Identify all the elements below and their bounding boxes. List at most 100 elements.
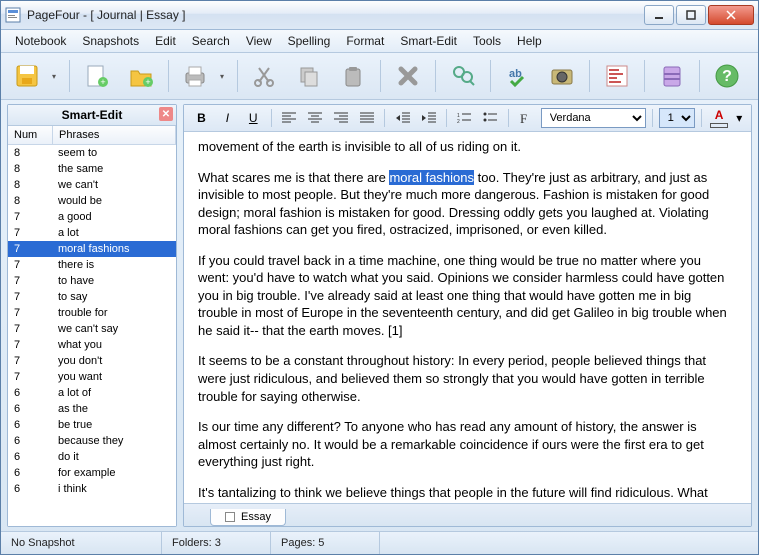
list-item[interactable]: 7what you — [8, 337, 176, 353]
close-button[interactable] — [708, 5, 754, 25]
menu-tools[interactable]: Tools — [465, 32, 509, 50]
list-item-num: 7 — [8, 321, 52, 337]
list-item[interactable]: 6as the — [8, 401, 176, 417]
spellcheck-button[interactable]: ab — [499, 57, 537, 95]
highlighted-phrase: moral fashions — [389, 170, 474, 185]
list-item[interactable]: 7trouble for — [8, 305, 176, 321]
menu-spelling[interactable]: Spelling — [280, 32, 339, 50]
help-button[interactable]: ? — [708, 57, 746, 95]
list-item[interactable]: 6for example — [8, 465, 176, 481]
new-page-button[interactable]: + — [78, 57, 116, 95]
list-item-phrase: you want — [52, 369, 176, 385]
list-item-phrase: we can't say — [52, 321, 176, 337]
align-justify-button[interactable] — [355, 107, 378, 129]
numbered-list-button[interactable]: 12 — [453, 107, 476, 129]
new-folder-button[interactable]: + — [122, 57, 160, 95]
underline-button[interactable]: U — [242, 107, 265, 129]
status-folders: Folders: 3 — [162, 532, 271, 554]
column-phrases[interactable]: Phrases — [53, 126, 176, 144]
menu-snapshots[interactable]: Snapshots — [74, 32, 147, 50]
list-item-phrase: would be — [52, 193, 176, 209]
list-item[interactable]: 6i think — [8, 481, 176, 497]
list-item[interactable]: 7you want — [8, 369, 176, 385]
menu-help[interactable]: Help — [509, 32, 550, 50]
font-color-dropdown[interactable]: ▾ — [734, 107, 746, 129]
italic-button[interactable]: I — [216, 107, 239, 129]
menu-format[interactable]: Format — [338, 32, 392, 50]
list-item-num: 7 — [8, 257, 52, 273]
font-format-icon[interactable]: F — [515, 107, 538, 129]
save-button[interactable] — [9, 57, 61, 95]
list-item-phrase: what you — [52, 337, 176, 353]
svg-text:2: 2 — [457, 119, 460, 124]
menu-search[interactable]: Search — [184, 32, 238, 50]
list-item[interactable]: 6a lot of — [8, 385, 176, 401]
search-button[interactable] — [444, 57, 482, 95]
list-item-num: 7 — [8, 337, 52, 353]
menu-view[interactable]: View — [238, 32, 280, 50]
status-pages: Pages: 5 — [271, 532, 380, 554]
editor-paragraph: Is our time any different? To anyone who… — [198, 418, 733, 471]
snapshot-button[interactable] — [543, 57, 581, 95]
list-item[interactable]: 8we can't — [8, 177, 176, 193]
text-editor[interactable]: movement of the earth is invisible to al… — [184, 132, 751, 503]
list-item[interactable]: 6be true — [8, 417, 176, 433]
list-item-phrase: you don't — [52, 353, 176, 369]
list-item[interactable]: 7you don't — [8, 353, 176, 369]
smart-edit-list[interactable]: 8seem to8the same8we can't8would be7a go… — [8, 145, 176, 526]
minimize-button[interactable] — [644, 5, 674, 25]
archive-button[interactable] — [653, 57, 691, 95]
align-center-button[interactable] — [304, 107, 327, 129]
list-item[interactable]: 7a good — [8, 209, 176, 225]
list-item-phrase: to say — [52, 289, 176, 305]
svg-text:F: F — [520, 111, 527, 126]
cut-button[interactable] — [246, 57, 284, 95]
svg-text:+: + — [145, 77, 150, 87]
font-color-button[interactable]: A — [708, 107, 731, 129]
list-item-phrase: a lot of — [52, 385, 176, 401]
list-item[interactable]: 7a lot — [8, 225, 176, 241]
outdent-button[interactable] — [391, 107, 414, 129]
list-item-phrase: i think — [52, 481, 176, 497]
font-family-select[interactable]: Verdana — [541, 108, 646, 128]
delete-button[interactable] — [389, 57, 427, 95]
list-item[interactable]: 6do it — [8, 449, 176, 465]
list-item[interactable]: 7we can't say — [8, 321, 176, 337]
panel-close-button[interactable]: ✕ — [159, 107, 173, 121]
column-num[interactable]: Num — [8, 126, 53, 144]
list-item-phrase: as the — [52, 401, 176, 417]
list-item[interactable]: 7moral fashions — [8, 241, 176, 257]
editor-paragraph: It's tantalizing to think we believe thi… — [198, 484, 733, 503]
align-left-button[interactable] — [278, 107, 301, 129]
list-item[interactable]: 7to say — [8, 289, 176, 305]
list-item-num: 6 — [8, 417, 52, 433]
list-item[interactable]: 7there is — [8, 257, 176, 273]
bullet-list-button[interactable] — [479, 107, 502, 129]
list-item[interactable]: 6because they — [8, 433, 176, 449]
font-size-select[interactable]: 11 — [659, 108, 695, 128]
bold-button[interactable]: B — [190, 107, 213, 129]
list-item-num: 8 — [8, 145, 52, 161]
list-item-num: 6 — [8, 465, 52, 481]
list-item[interactable]: 8the same — [8, 161, 176, 177]
maximize-button[interactable] — [676, 5, 706, 25]
smart-edit-tool-button[interactable] — [598, 57, 636, 95]
copy-button[interactable] — [290, 57, 328, 95]
status-empty — [380, 532, 758, 554]
list-item-num: 8 — [8, 177, 52, 193]
menu-edit[interactable]: Edit — [147, 32, 184, 50]
list-item-phrase: the same — [52, 161, 176, 177]
menu-notebook[interactable]: Notebook — [7, 32, 74, 50]
menu-smart-edit[interactable]: Smart-Edit — [392, 32, 465, 50]
list-item-phrase: because they — [52, 433, 176, 449]
align-right-button[interactable] — [329, 107, 352, 129]
list-item[interactable]: 8would be — [8, 193, 176, 209]
indent-button[interactable] — [417, 107, 440, 129]
tab-essay[interactable]: Essay — [210, 509, 286, 526]
list-item[interactable]: 7to have — [8, 273, 176, 289]
list-item-num: 6 — [8, 401, 52, 417]
smart-edit-title: Smart-Edit — [62, 108, 123, 122]
list-item[interactable]: 8seem to — [8, 145, 176, 161]
print-button[interactable] — [177, 57, 229, 95]
paste-button[interactable] — [334, 57, 372, 95]
